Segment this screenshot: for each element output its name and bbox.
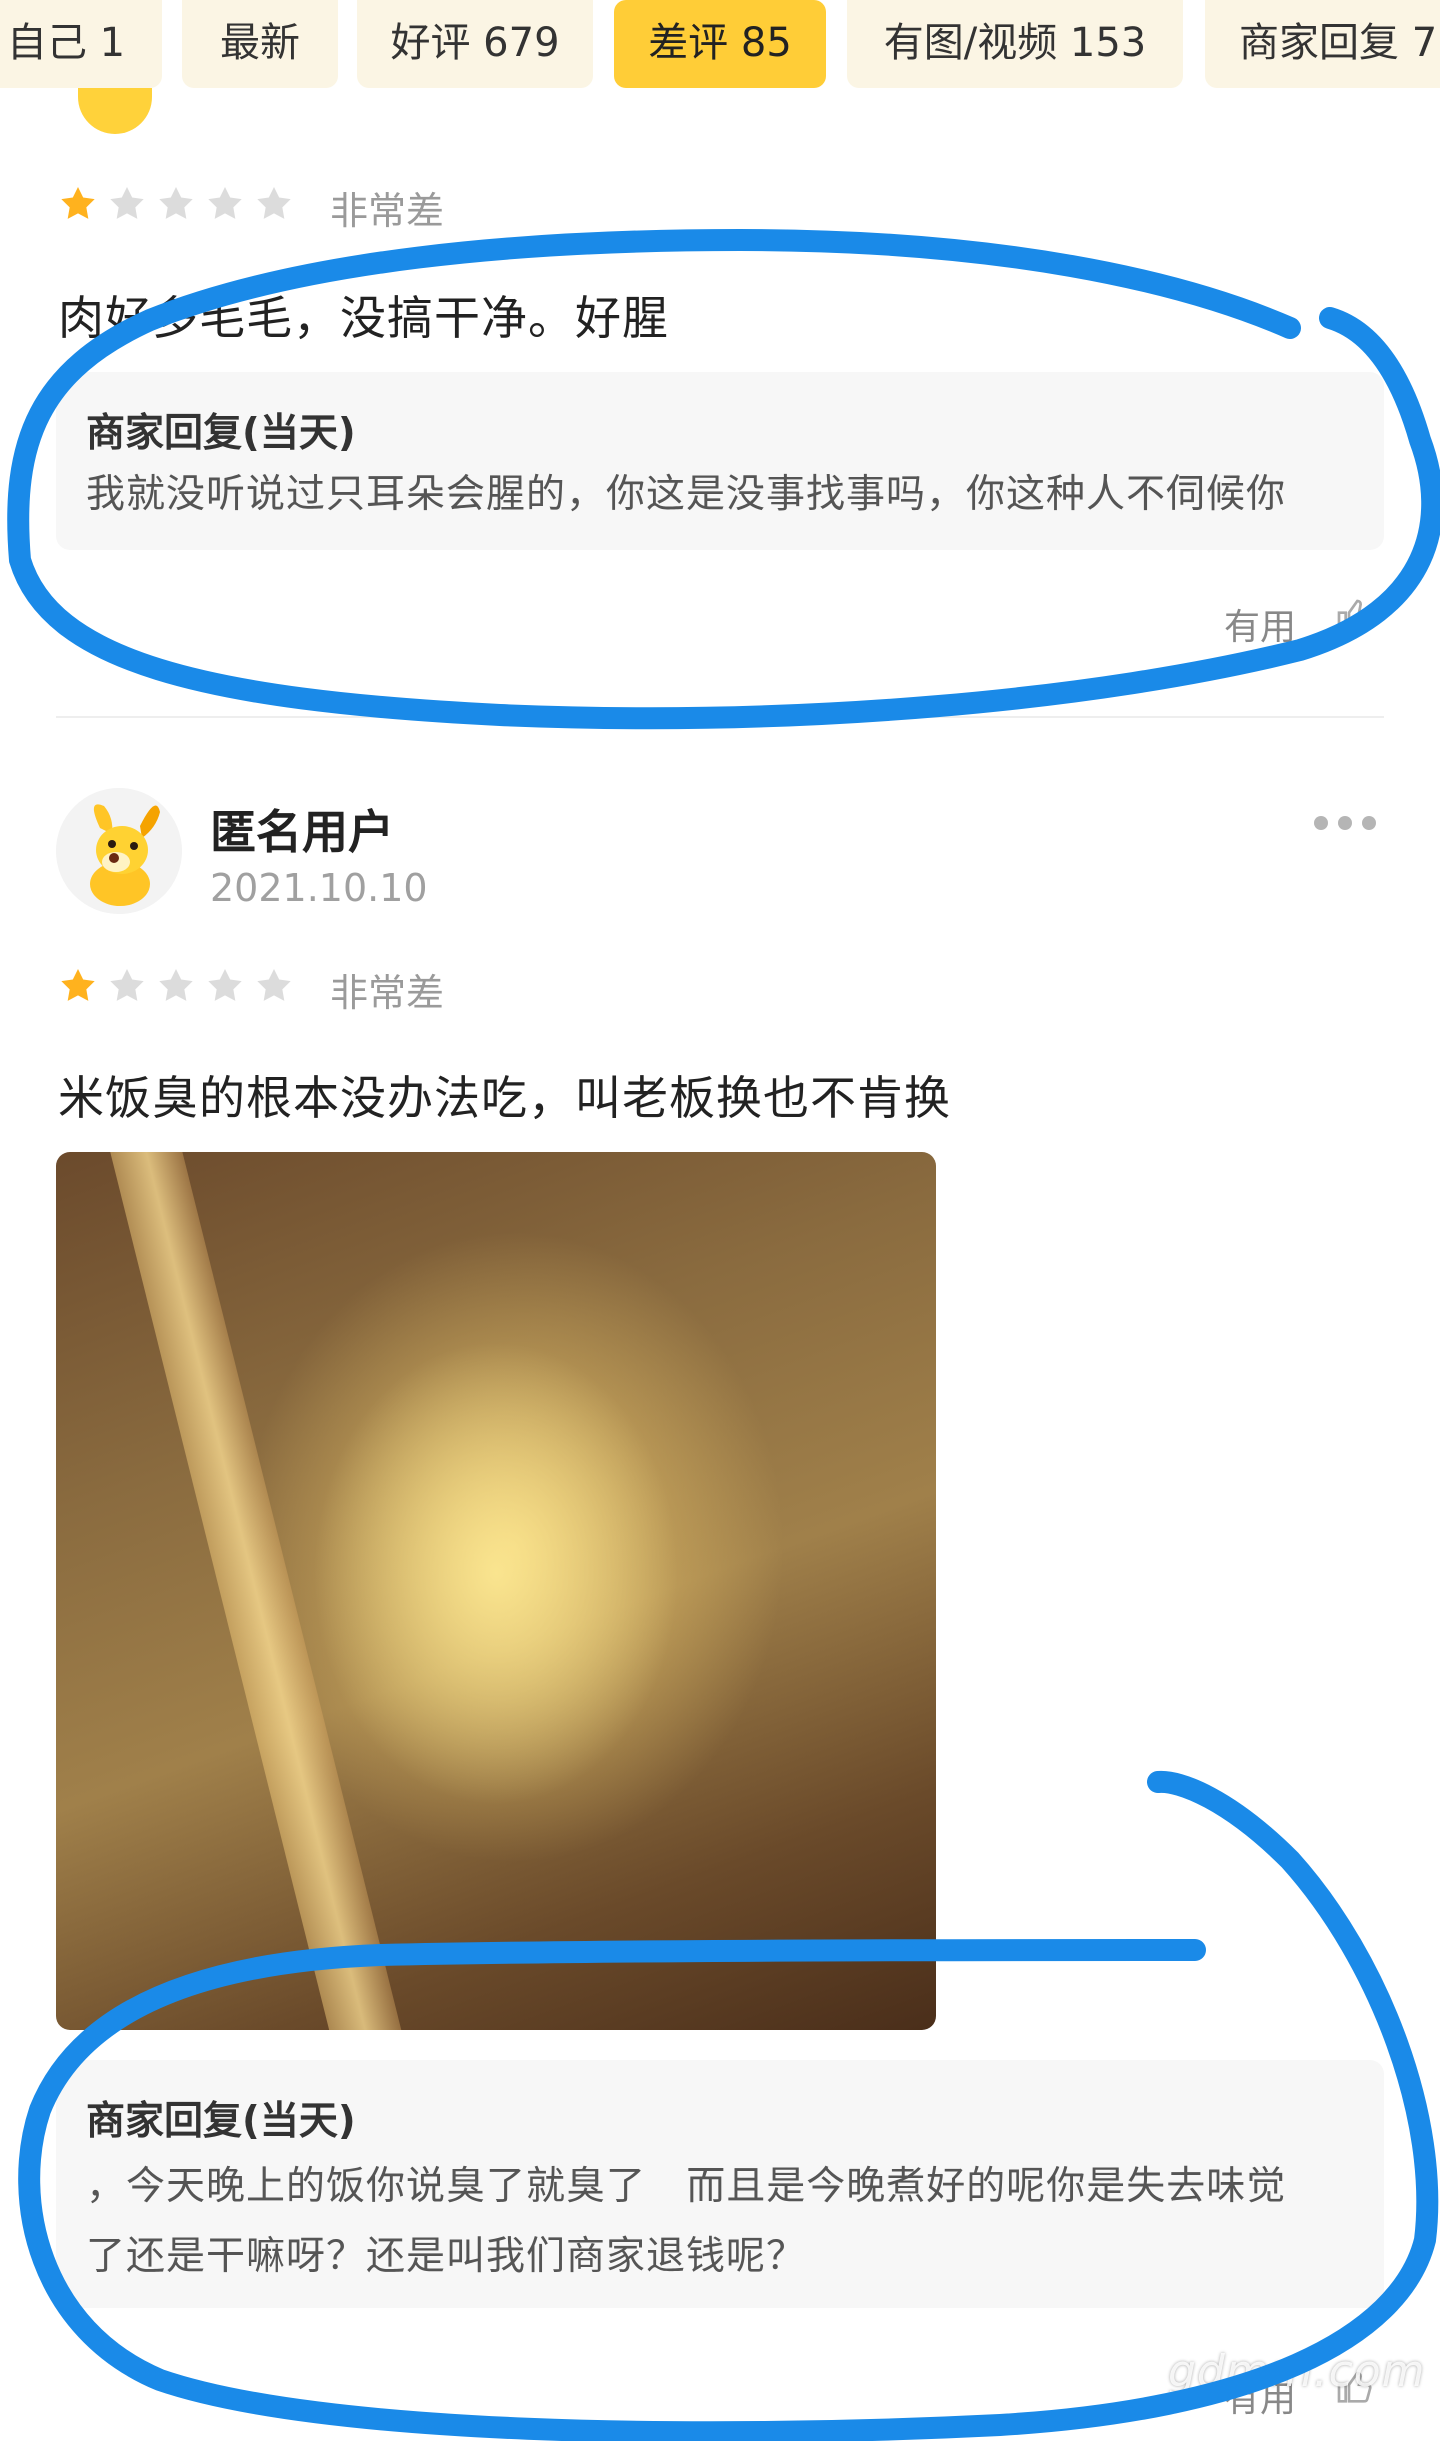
rating-stars	[58, 966, 294, 1006]
tab-with-media[interactable]: 有图/视频 153	[847, 0, 1183, 88]
star-filled-icon	[61, 187, 95, 219]
tab-latest[interactable]: 最新	[182, 0, 338, 88]
tab-positive[interactable]: 好评 679	[357, 0, 593, 88]
watermark: gdmm.com	[1168, 2346, 1426, 2397]
avatar[interactable]	[56, 788, 182, 914]
star-empty-icon	[110, 969, 144, 1001]
avatar-partial[interactable]	[78, 88, 152, 134]
star-filled-icon	[61, 969, 95, 1001]
tab-merchant-reply[interactable]: 商家回复 7	[1205, 0, 1440, 88]
rating-label: 非常差	[330, 189, 445, 233]
dog-mascot-icon	[56, 788, 182, 914]
reply-text: 我就没听说过只耳朵会腥的，你这是没事找事吗，你这种人不伺候你	[86, 472, 1287, 517]
merchant-reply: 商家回复(当天) ，今天晚上的饭你说臭了就臭了 而且是今晚煮好的呢你是失去味觉 …	[56, 2060, 1384, 2308]
rating-label: 非常差	[330, 971, 445, 1015]
review-text: 肉好多毛毛，没搞干净。好腥	[58, 291, 669, 345]
reply-title: 商家回复(当天)	[86, 411, 356, 456]
review-date: 2021.10.10	[210, 866, 428, 910]
star-empty-icon	[257, 969, 291, 1001]
tab-negative[interactable]: 差评 85	[614, 0, 826, 88]
tab-self[interactable]: 自己 1	[0, 0, 162, 88]
star-empty-icon	[159, 187, 193, 219]
chopstick	[106, 1152, 416, 2030]
rating-stars	[58, 184, 294, 224]
reply-text-line-1: ，今天晚上的饭你说臭了就臭了 而且是今晚煮好的呢你是失去味觉	[86, 2164, 1287, 2209]
thumbs-up-icon[interactable]	[1334, 596, 1374, 636]
username[interactable]: 匿名用户	[210, 796, 394, 862]
useful-button[interactable]: 有用	[1224, 598, 1296, 650]
reply-text-line-2: 了还是干嘛呀？还是叫我们商家退钱呢？	[86, 2234, 807, 2279]
review-text: 米饭臭的根本没办法吃，叫老板换也不肯换	[58, 1071, 951, 1125]
reply-title: 商家回复(当天)	[86, 2099, 356, 2144]
star-empty-icon	[110, 187, 144, 219]
review-photo[interactable]	[56, 1152, 936, 2030]
star-empty-icon	[159, 969, 193, 1001]
star-empty-icon	[208, 969, 242, 1001]
divider	[56, 716, 1384, 718]
more-options-icon[interactable]	[1314, 816, 1376, 830]
star-empty-icon	[208, 187, 242, 219]
merchant-reply: 商家回复(当天) 我就没听说过只耳朵会腥的，你这是没事找事吗，你这种人不伺候你	[56, 372, 1384, 550]
star-empty-icon	[257, 187, 291, 219]
filter-tabs: 自己 1 最新 好评 679 差评 85 有图/视频 153 商家回复 7	[0, 0, 1440, 90]
